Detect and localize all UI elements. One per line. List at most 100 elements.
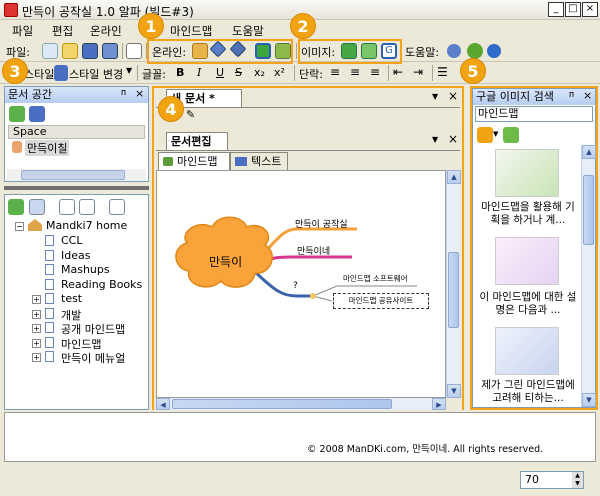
- maximize-button[interactable]: □: [565, 2, 581, 17]
- image-vscrollbar[interactable]: ▲ ▼: [581, 145, 596, 407]
- minimize-button[interactable]: _: [548, 2, 564, 17]
- chevron-down-icon[interactable]: ▼: [493, 130, 498, 138]
- underline-button[interactable]: U: [216, 66, 224, 79]
- menu-mindmap[interactable]: 마인드맵: [170, 23, 212, 39]
- panel-splitter[interactable]: [4, 186, 149, 190]
- close-button[interactable]: ×: [582, 2, 598, 17]
- branch-node[interactable]: [310, 293, 316, 299]
- list-icon[interactable]: ☰: [437, 65, 448, 79]
- chevron-down-icon[interactable]: ▼: [126, 66, 132, 75]
- superscript-button[interactable]: x²: [274, 66, 285, 79]
- refresh-icon[interactable]: [9, 106, 25, 122]
- refresh-tree-icon[interactable]: [8, 199, 24, 215]
- separator: [432, 65, 433, 81]
- subscript-button[interactable]: x₂: [254, 66, 265, 79]
- save-all-icon[interactable]: [102, 43, 118, 59]
- search-engine-icon[interactable]: [477, 127, 493, 143]
- print-preview-icon[interactable]: [126, 43, 142, 59]
- align-right-icon[interactable]: ≡: [370, 65, 380, 79]
- expand-icon[interactable]: +: [32, 324, 41, 333]
- result-caption-3[interactable]: 제가 그린 마인드맵에 고려해 티하는...: [477, 379, 579, 405]
- editor-vscroll-thumb[interactable]: [448, 252, 459, 328]
- mindmap-canvas[interactable]: 만득이 만득이 공작실 만득이네 ? 마인드맵 소프트웨어 마인드맵 공유사이트: [156, 170, 446, 398]
- new-file-icon[interactable]: [42, 43, 58, 59]
- bold-button[interactable]: B: [176, 66, 184, 79]
- branch-node-3[interactable]: ?: [293, 281, 298, 291]
- menu-help[interactable]: 도움말: [232, 23, 264, 39]
- zoom-down-icon[interactable]: ▼: [572, 480, 583, 488]
- scrollbar-thumb[interactable]: [21, 170, 125, 180]
- doc-icon[interactable]: [59, 199, 75, 215]
- tree-item[interactable]: Reading Books: [61, 278, 142, 291]
- result-image-3[interactable]: [495, 327, 559, 375]
- scroll-up-icon[interactable]: ▲: [582, 145, 596, 159]
- help-icon[interactable]: [447, 44, 461, 58]
- image-search-input[interactable]: 마인드맵: [475, 106, 593, 122]
- doc-delete-icon[interactable]: [109, 199, 125, 215]
- menu-file[interactable]: 파일: [12, 23, 33, 39]
- collapse-icon[interactable]: −: [15, 222, 24, 231]
- close-icon[interactable]: ×: [135, 87, 144, 100]
- indent-decrease-icon[interactable]: ⇤: [393, 65, 403, 79]
- tab-text[interactable]: 텍스트: [230, 152, 288, 170]
- scroll-down-icon[interactable]: ▼: [447, 384, 461, 398]
- editor-vscrollbar[interactable]: ▲ ▼: [446, 170, 461, 398]
- open-folder-icon[interactable]: [62, 43, 78, 59]
- style-label: 스타일:: [24, 68, 59, 81]
- branch-node-2[interactable]: 만득이네: [297, 244, 330, 257]
- image-vscroll-thumb[interactable]: [583, 175, 594, 245]
- align-left-icon[interactable]: ≡: [330, 65, 340, 79]
- tab-doc-edit[interactable]: 문서편집: [166, 132, 228, 150]
- close-edit-icon[interactable]: ×: [448, 132, 458, 146]
- branch-node-1[interactable]: 만득이 공작실: [295, 217, 348, 230]
- editor-hscrollbar[interactable]: ◀ ▶: [156, 398, 446, 410]
- italic-button[interactable]: I: [197, 66, 201, 79]
- expand-icon[interactable]: +: [32, 309, 41, 319]
- pin-icon[interactable]: ᴨ: [121, 88, 126, 98]
- sub-branch-node-2[interactable]: 마인드맵 공유사이트: [333, 293, 429, 309]
- scroll-up-icon[interactable]: ▲: [447, 170, 461, 184]
- tree-item[interactable]: test: [61, 292, 82, 305]
- expand-icon[interactable]: +: [32, 295, 41, 304]
- tree-root[interactable]: Mandki7 home: [46, 219, 127, 232]
- tree-item[interactable]: Mashups: [61, 263, 110, 276]
- expand-icon[interactable]: +: [32, 338, 41, 348]
- bug-icon[interactable]: [467, 43, 483, 59]
- scroll-down-icon[interactable]: ▼: [582, 393, 596, 407]
- expand-icon[interactable]: +: [32, 353, 41, 362]
- paperclip-icon[interactable]: ✎: [186, 108, 195, 121]
- menu-online[interactable]: 온라인: [90, 23, 122, 39]
- save-icon[interactable]: [82, 43, 98, 59]
- style-change-dropdown[interactable]: 스타일 변경: [69, 66, 123, 82]
- zoom-up-icon[interactable]: ▲: [572, 472, 583, 480]
- strikethrough-button[interactable]: S: [235, 66, 242, 79]
- tab-mindmap[interactable]: 마인드맵: [158, 152, 230, 170]
- doc-edit-icon[interactable]: [79, 199, 95, 215]
- result-caption-1[interactable]: 마인드맵을 활용해 기획을 하거나 계...: [477, 201, 579, 227]
- space-item[interactable]: 만득이칠: [8, 140, 145, 156]
- close-icon[interactable]: ×: [583, 89, 592, 102]
- result-image-2[interactable]: [495, 237, 559, 285]
- editor-hscroll-thumb[interactable]: [172, 399, 392, 409]
- indent-increase-icon[interactable]: ⇥: [413, 65, 423, 79]
- result-caption-2[interactable]: 이 마인드맵에 대한 설명은 다음과 ...: [477, 291, 579, 317]
- tab-list-icon-2[interactable]: ▼: [432, 135, 438, 144]
- scroll-left-icon[interactable]: ◀: [156, 398, 170, 410]
- user-icon[interactable]: [29, 106, 45, 122]
- info-icon[interactable]: [487, 44, 501, 58]
- menu-edit[interactable]: 편집: [52, 23, 73, 39]
- search-go-icon[interactable]: [503, 127, 519, 143]
- tab-list-icon[interactable]: ▼: [432, 92, 438, 101]
- new-doc-icon[interactable]: [29, 199, 45, 215]
- horizontal-scrollbar[interactable]: [7, 169, 146, 181]
- central-node[interactable]: 만득이: [209, 253, 242, 270]
- tree-item[interactable]: CCL: [61, 234, 83, 247]
- scroll-right-icon[interactable]: ▶: [432, 398, 446, 410]
- sub-branch-node-1[interactable]: 마인드맵 소프트웨어: [343, 273, 407, 284]
- tree-item[interactable]: Ideas: [61, 249, 90, 262]
- align-center-icon[interactable]: ≡: [350, 65, 360, 79]
- pin-icon[interactable]: ᴨ: [569, 90, 574, 100]
- tree-item[interactable]: 만득이 메뉴얼: [61, 350, 125, 366]
- result-image-1[interactable]: [495, 149, 559, 197]
- close-doc-icon[interactable]: ×: [448, 89, 458, 103]
